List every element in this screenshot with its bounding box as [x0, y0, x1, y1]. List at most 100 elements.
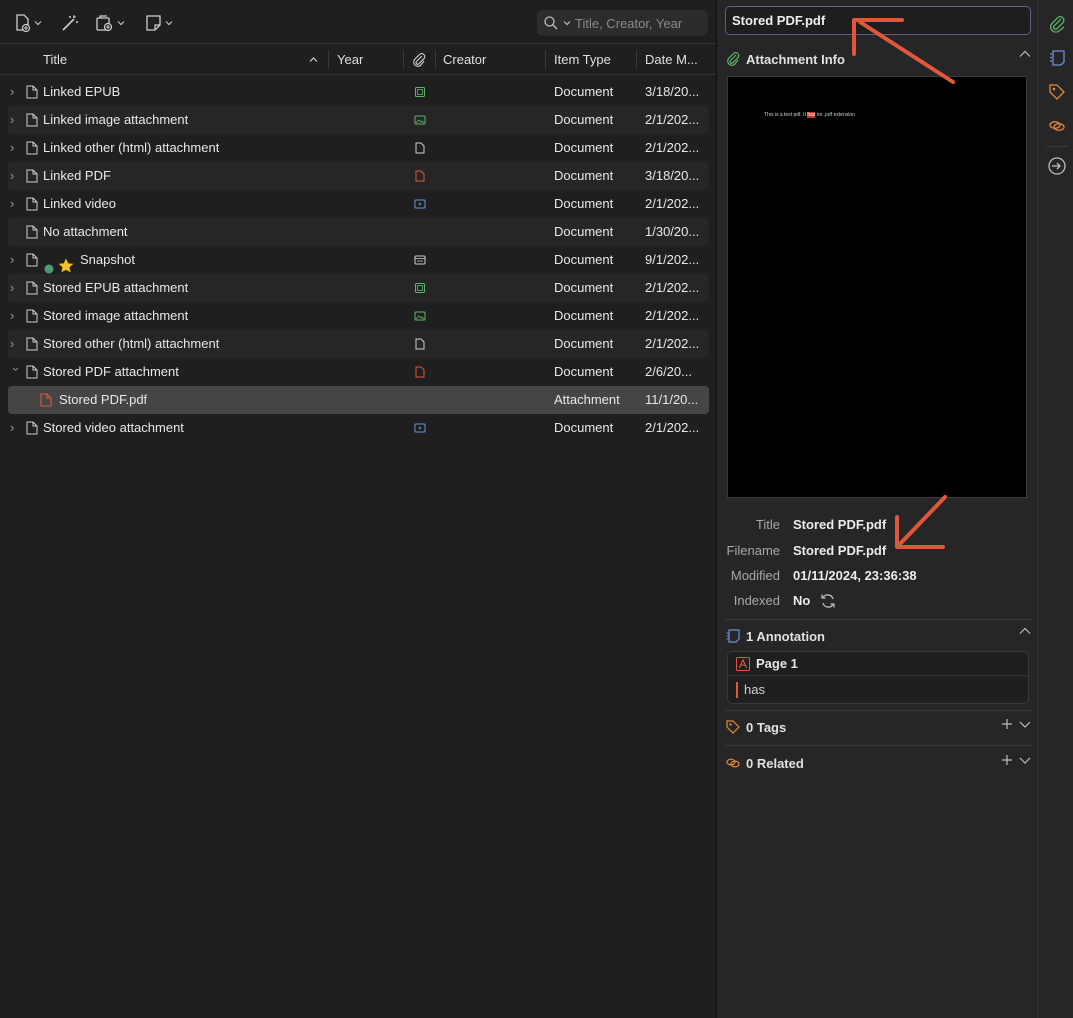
- table-row[interactable]: › Stored EPUB attachment Document 2/1/20…: [8, 274, 709, 302]
- image-icon[interactable]: [414, 310, 426, 322]
- chevron-right-icon[interactable]: ›: [10, 246, 20, 274]
- annotation-page: Page 1: [756, 656, 798, 671]
- chevron-down-icon[interactable]: [1019, 754, 1031, 766]
- chevron-down-icon: [34, 21, 42, 26]
- meta-modified-label: Modified: [730, 568, 780, 583]
- table-row[interactable]: › Stored PDF attachment Document 2/6/20.…: [8, 358, 709, 386]
- meta-title-value[interactable]: Stored PDF.pdf: [793, 517, 886, 532]
- file-icon[interactable]: [414, 338, 426, 350]
- video-icon[interactable]: [414, 198, 426, 210]
- table-row[interactable]: › Linked PDF Document 3/18/20...: [8, 162, 709, 190]
- annotation-text-row: has: [736, 680, 765, 700]
- related-label: 0 Related: [746, 755, 804, 771]
- pdf-file-icon: [40, 393, 52, 407]
- search-mode-chevron-icon[interactable]: [563, 19, 571, 27]
- chevron-right-icon[interactable]: ›: [10, 414, 20, 442]
- chevron-right-icon[interactable]: ›: [10, 190, 20, 218]
- video-icon[interactable]: [414, 422, 426, 434]
- meta-filename-label: Filename: [726, 543, 780, 558]
- pdf-icon[interactable]: [414, 366, 426, 378]
- locate-nav-icon[interactable]: [1047, 156, 1067, 176]
- table-row[interactable]: › Linked video Document 2/1/202...: [8, 190, 709, 218]
- column-year[interactable]: Year: [337, 44, 363, 75]
- document-icon: [26, 337, 38, 351]
- annotations-header[interactable]: 1 Annotation: [725, 625, 1031, 647]
- epub-icon[interactable]: [414, 282, 426, 294]
- add-tag-icon[interactable]: [1001, 718, 1013, 730]
- chevron-right-icon[interactable]: ›: [10, 162, 20, 190]
- item-title: No attachment: [43, 224, 128, 239]
- tags-header[interactable]: 0 Tags: [725, 716, 1031, 738]
- add-by-identifier-button[interactable]: [60, 12, 80, 34]
- item-title: Stored other (html) attachment: [43, 336, 220, 351]
- table-row[interactable]: › Stored image attachment Document 2/1/2…: [8, 302, 709, 330]
- snapshot-icon[interactable]: [414, 254, 426, 266]
- add-related-icon[interactable]: [1001, 754, 1013, 766]
- table-row[interactable]: No attachment Document 1/30/20...: [8, 218, 709, 246]
- related-header[interactable]: 0 Related: [725, 752, 1031, 774]
- document-icon: [26, 253, 38, 267]
- document-icon: [26, 421, 38, 435]
- chevron-right-icon[interactable]: ›: [10, 134, 20, 162]
- pdf-preview[interactable]: This is a test pdf. It has no .pdf exten…: [727, 76, 1027, 498]
- chevron-right-icon[interactable]: ›: [10, 78, 20, 106]
- new-note-button[interactable]: [145, 12, 173, 34]
- chevron-up-icon[interactable]: [1019, 627, 1031, 635]
- meta-filename-row: Filename Stored PDF.pdf: [717, 543, 1038, 563]
- annotations-nav-icon[interactable]: [1047, 48, 1067, 68]
- tags-nav-icon[interactable]: [1047, 82, 1067, 102]
- add-attachment-button[interactable]: [95, 12, 125, 34]
- annotation-text: has: [744, 682, 765, 697]
- item-type: Document: [554, 364, 614, 379]
- attachment-title-field[interactable]: Stored PDF.pdf: [725, 6, 1031, 35]
- chevron-down-icon: [117, 21, 125, 26]
- item-type: Document: [554, 140, 614, 155]
- chevron-down-icon[interactable]: [1019, 718, 1031, 730]
- table-row[interactable]: › Stored other (html) attachment Documen…: [8, 330, 709, 358]
- chevron-up-icon[interactable]: [1019, 50, 1031, 58]
- add-attachment-icon: [96, 15, 113, 32]
- column-date-modified[interactable]: Date M...: [645, 44, 698, 75]
- annotation-card[interactable]: Page 1 has: [727, 651, 1029, 704]
- item-type: Document: [554, 196, 614, 211]
- item-type: Document: [554, 308, 614, 323]
- search-input[interactable]: [575, 15, 705, 31]
- search-box[interactable]: [537, 10, 708, 36]
- sort-ascending-icon[interactable]: [309, 56, 318, 63]
- chevron-right-icon[interactable]: ›: [10, 330, 20, 358]
- related-nav-icon[interactable]: [1047, 116, 1067, 136]
- column-item-type[interactable]: Item Type: [554, 44, 611, 75]
- highlight-annotation-icon: [736, 656, 750, 671]
- items-pane: Title Year Creator Item Type Date M... ›…: [0, 0, 716, 1018]
- chevron-right-icon[interactable]: ›: [10, 302, 20, 330]
- table-row[interactable]: › Linked other (html) attachment Documen…: [8, 134, 709, 162]
- meta-filename-value[interactable]: Stored PDF.pdf: [793, 543, 886, 558]
- pdf-icon[interactable]: [414, 170, 426, 182]
- column-creator[interactable]: Creator: [443, 44, 486, 75]
- attachment-info-nav-icon[interactable]: [1047, 14, 1067, 34]
- image-icon[interactable]: [414, 114, 426, 126]
- document-icon: [26, 113, 38, 127]
- document-icon: [26, 365, 38, 379]
- document-icon: [26, 169, 38, 183]
- attachment-column-icon[interactable]: [411, 52, 427, 68]
- table-row[interactable]: › Linked EPUB Document 3/18/20...: [8, 78, 709, 106]
- preview-text: This is a test pdf. It has no .pdf exten…: [764, 112, 855, 118]
- new-item-button[interactable]: [14, 12, 42, 34]
- table-row[interactable]: › Stored video attachment Document 2/1/2…: [8, 414, 709, 442]
- item-type: Document: [554, 280, 614, 295]
- epub-icon[interactable]: [414, 86, 426, 98]
- chevron-right-icon[interactable]: ›: [10, 106, 20, 134]
- item-type: Document: [554, 252, 614, 267]
- chevron-right-icon[interactable]: ›: [10, 274, 20, 302]
- reindex-icon[interactable]: [819, 592, 837, 610]
- table-row-selected[interactable]: Stored PDF.pdf Attachment 11/1/20...: [8, 386, 709, 414]
- attachment-info-header[interactable]: Attachment Info: [725, 48, 1031, 70]
- item-type: Document: [554, 84, 614, 99]
- file-icon[interactable]: [414, 142, 426, 154]
- table-row[interactable]: › Snapshot Document 9/1/202...: [8, 246, 709, 274]
- meta-modified-value: 01/11/2024, 23:36:38: [793, 568, 917, 583]
- new-item-icon: [16, 14, 31, 33]
- column-title[interactable]: Title: [43, 44, 67, 75]
- table-row[interactable]: › Linked image attachment Document 2/1/2…: [8, 106, 709, 134]
